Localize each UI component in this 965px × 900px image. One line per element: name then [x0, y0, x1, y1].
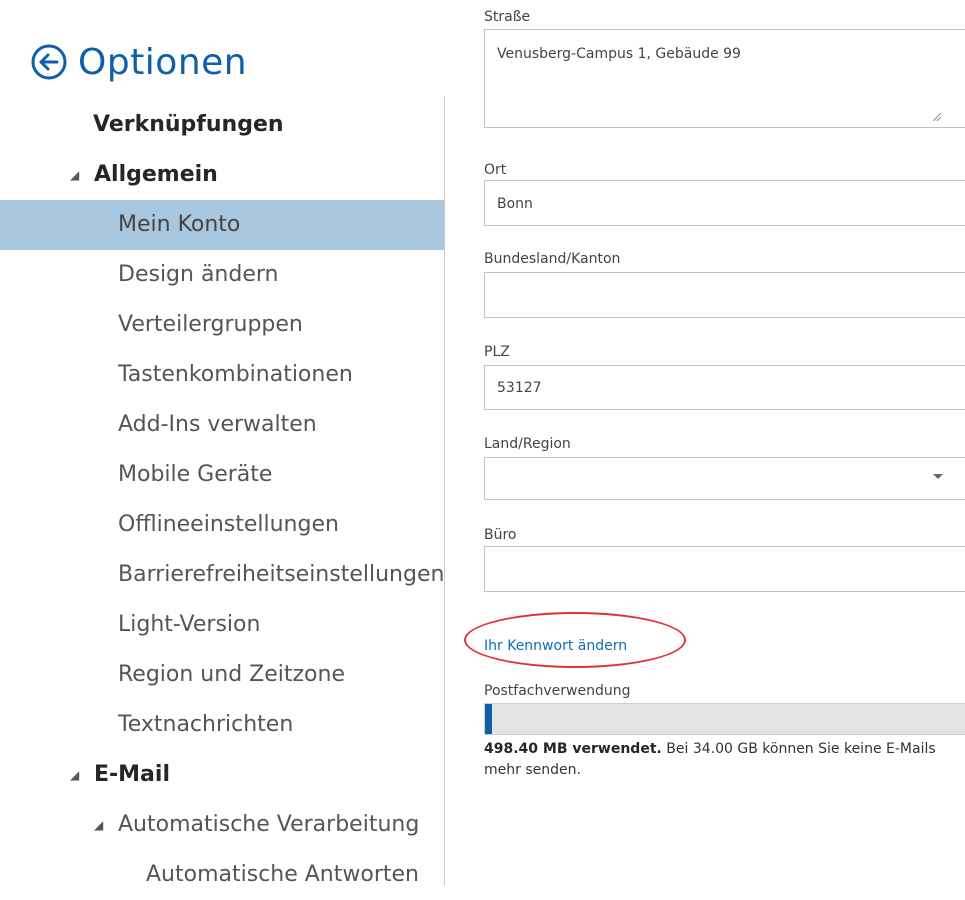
nav-item-manage-addins[interactable]: Add-Ins verwalten — [0, 400, 444, 450]
nav-item-label: Automatische Antworten — [146, 862, 419, 887]
expand-triangle-icon[interactable]: ◢ — [70, 750, 94, 800]
nav-item-label: Design ändern — [118, 262, 279, 287]
country-label: Land/Region — [484, 436, 571, 452]
nav-general[interactable]: ◢ Allgemein — [0, 150, 444, 200]
nav-shortcuts-label: Verknüpfungen — [93, 112, 284, 137]
annotation-circle — [464, 612, 686, 668]
city-label: Ort — [484, 162, 507, 178]
nav-item-label: Light-Version — [118, 612, 261, 637]
nav-item-label: Barrierefreiheitseinstellungen — [118, 562, 444, 587]
back-arrow-icon[interactable] — [30, 43, 68, 81]
country-select[interactable] — [484, 457, 965, 500]
nav-item-label: Offlineeinstellungen — [118, 512, 339, 537]
nav-item-auto-replies[interactable]: Automatische Antworten — [0, 850, 444, 900]
street-label: Straße — [484, 9, 531, 25]
nav-item-my-account[interactable]: Mein Konto — [0, 200, 444, 250]
expand-triangle-icon[interactable]: ◢ — [94, 800, 118, 850]
zip-value: 53127 — [497, 380, 542, 396]
mailbox-usage-text: 498.40 MB verwendet. Bei 34.00 GB können… — [484, 739, 962, 781]
chevron-down-icon — [933, 474, 943, 479]
mailbox-usage-bar — [484, 703, 965, 735]
nav-item-distribution-groups[interactable]: Verteilergruppen — [0, 300, 444, 350]
nav-auto-processing-label: Automatische Verarbeitung — [118, 812, 420, 837]
nav-item-label: Region und Zeitzone — [118, 662, 345, 687]
city-value: Bonn — [497, 196, 533, 212]
nav-item-accessibility-settings[interactable]: Barrierefreiheitseinstellungen — [0, 550, 444, 600]
nav-item-keyboard-shortcuts[interactable]: Tastenkombinationen — [0, 350, 444, 400]
nav-item-text-messages[interactable]: Textnachrichten — [0, 700, 444, 750]
zip-input[interactable]: 53127 — [484, 365, 965, 410]
zip-label: PLZ — [484, 344, 510, 360]
state-input[interactable] — [484, 272, 965, 318]
resize-grip-icon[interactable] — [933, 113, 941, 121]
nav-email-label: E-Mail — [94, 762, 170, 787]
nav-auto-processing[interactable]: ◢ Automatische Verarbeitung — [0, 800, 444, 850]
nav-item-label: Tastenkombinationen — [118, 362, 353, 387]
options-sidebar: Verknüpfungen ◢ Allgemein Mein Konto Desi… — [0, 100, 444, 900]
nav-item-offline-settings[interactable]: Offlineeinstellungen — [0, 500, 444, 550]
street-value: Venusberg-Campus 1, Gebäude 99 — [497, 46, 741, 62]
expand-triangle-icon[interactable]: ◢ — [70, 150, 94, 200]
sidebar-divider — [444, 96, 445, 885]
state-label: Bundesland/Kanton — [484, 251, 621, 267]
office-label: Büro — [484, 527, 517, 543]
nav-shortcuts[interactable]: Verknüpfungen — [0, 100, 444, 150]
nav-item-label: Add-Ins verwalten — [118, 412, 317, 437]
nav-general-label: Allgemein — [94, 162, 218, 187]
street-textarea[interactable]: Venusberg-Campus 1, Gebäude 99 — [484, 29, 965, 128]
nav-item-region-timezone[interactable]: Region und Zeitzone — [0, 650, 444, 700]
page-header: Optionen — [30, 34, 247, 90]
usage-used: 498.40 MB verwendet. — [484, 741, 662, 757]
mailbox-usage-label: Postfachverwendung — [484, 683, 631, 699]
nav-item-label: Mobile Geräte — [118, 462, 273, 487]
nav-item-change-theme[interactable]: Design ändern — [0, 250, 444, 300]
office-input[interactable] — [484, 546, 965, 592]
nav-item-label: Textnachrichten — [118, 712, 294, 737]
nav-item-mobile-devices[interactable]: Mobile Geräte — [0, 450, 444, 500]
page-title: Optionen — [78, 41, 248, 83]
city-input[interactable]: Bonn — [484, 180, 965, 226]
nav-item-label: Verteilergruppen — [118, 312, 303, 337]
nav-email[interactable]: ◢ E-Mail — [0, 750, 444, 800]
nav-item-label: Mein Konto — [118, 212, 241, 237]
mailbox-usage-fill — [485, 704, 493, 734]
nav-item-light-version[interactable]: Light-Version — [0, 600, 444, 650]
